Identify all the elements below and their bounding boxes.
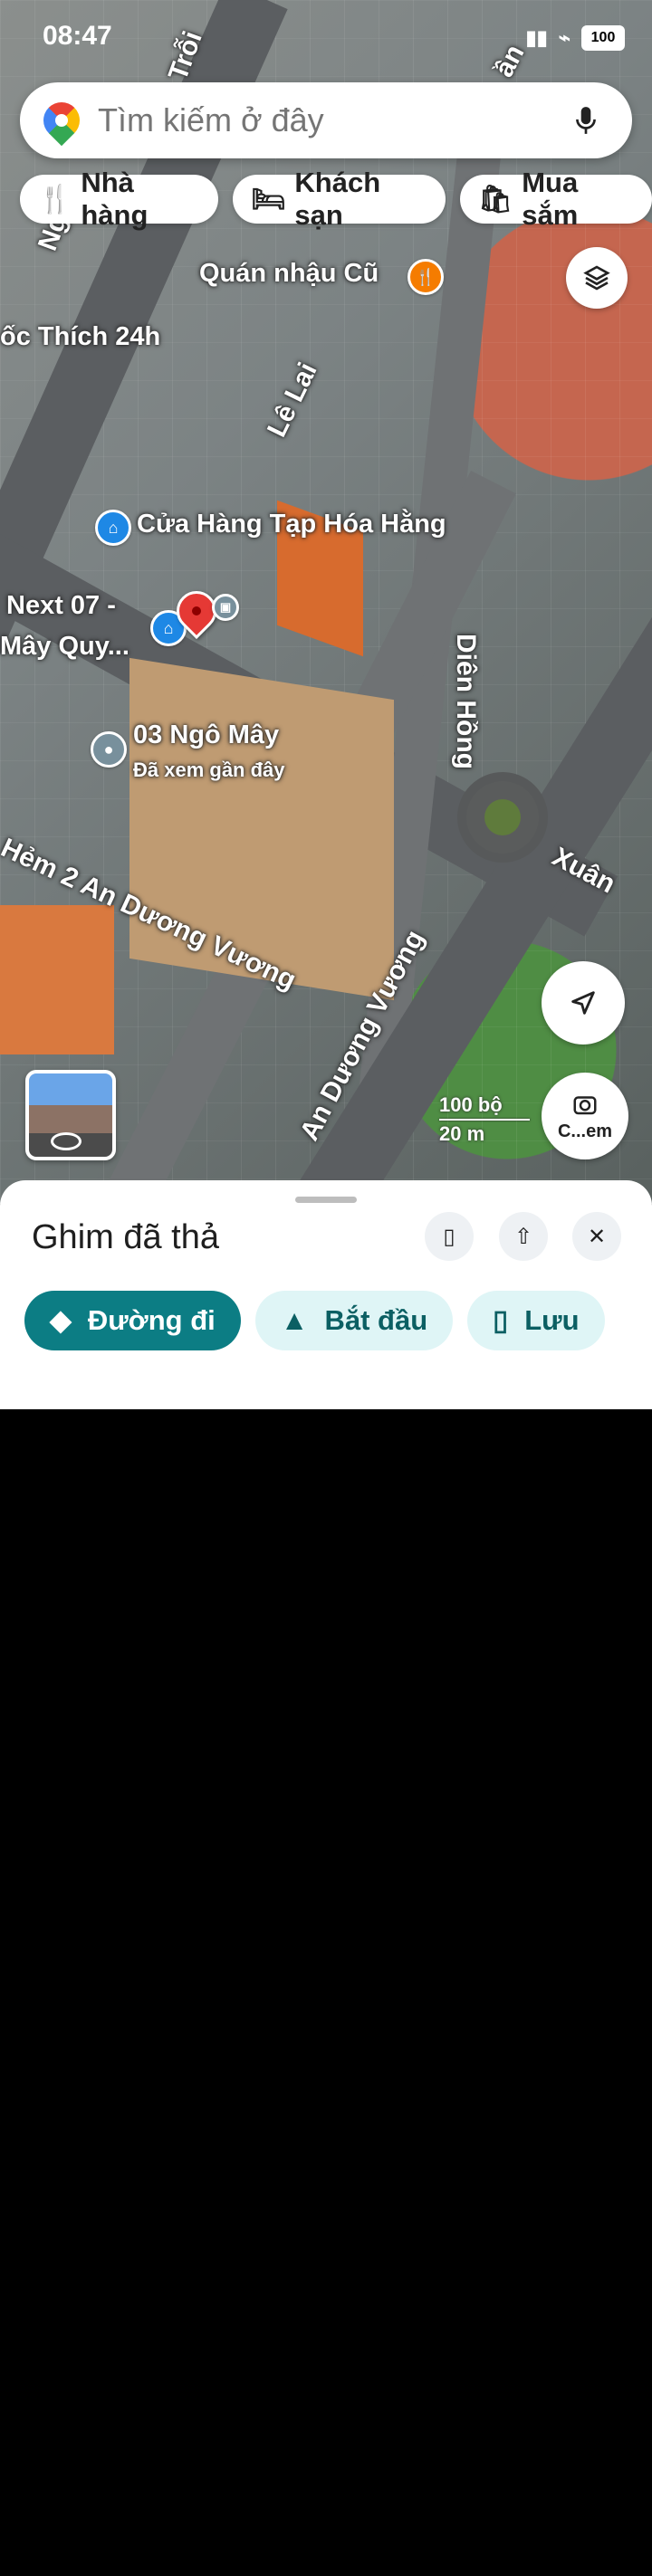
bus-stop-icon[interactable]: ▣ xyxy=(212,594,239,621)
save-button[interactable]: ▯ Lưu xyxy=(467,1291,605,1350)
hotel-icon: 🛏 xyxy=(251,184,286,215)
close-button[interactable]: ✕ xyxy=(572,1212,621,1261)
street-dien-hong: Diên Hồng xyxy=(451,634,481,769)
navigation-arrow-icon xyxy=(571,991,595,1015)
label-da-xem: Đã xem gần đây xyxy=(133,758,285,781)
directions-icon: ◆ xyxy=(50,1304,72,1336)
save-label: Lưu xyxy=(524,1304,580,1336)
signal-icon: ▮▮ xyxy=(525,26,548,49)
share-button[interactable]: ⇧ xyxy=(499,1212,548,1261)
empty-lot xyxy=(129,657,394,1001)
layers-button[interactable] xyxy=(566,247,628,309)
label-ngo-may[interactable]: 03 Ngô Mây xyxy=(133,720,279,750)
directions-label: Đường đi xyxy=(87,1304,216,1336)
dropped-pin-icon[interactable] xyxy=(168,582,225,640)
wifi-icon: ⌁ xyxy=(558,26,570,49)
orange-roof xyxy=(0,905,114,1054)
share-icon: ⇧ xyxy=(513,1224,533,1249)
search-bar[interactable] xyxy=(20,82,632,158)
scale-bottom-label: 20 m xyxy=(439,1122,485,1145)
label-next07[interactable]: Next 07 - xyxy=(6,591,116,621)
lens-label: C...em xyxy=(557,1121,613,1141)
maps-logo-icon xyxy=(35,94,88,147)
layers-icon xyxy=(583,265,610,291)
directions-button[interactable]: ◆ Đường đi xyxy=(24,1291,241,1350)
sheet-handle[interactable] xyxy=(295,1197,357,1203)
chip-shopping[interactable]: 🛍 Mua sắm xyxy=(460,167,652,231)
bookmark-outline-icon: ▯ xyxy=(493,1304,509,1336)
close-icon: ✕ xyxy=(587,1224,607,1249)
action-buttons: ◆ Đường đi ▲ Bắt đầu ▯ Lưu xyxy=(24,1291,605,1350)
bookmark-icon: ▯ xyxy=(443,1224,455,1249)
dropped-pin-sheet[interactable]: Ghim đã thả ▯ ⇧ ✕ ◆ Đường đi ▲ Bắt đầu ▯ Lư… xyxy=(0,1180,652,2576)
label-may-quy[interactable]: Mây Quy... xyxy=(0,632,129,662)
shop-poi-icon[interactable]: ⌂ xyxy=(95,510,131,546)
chip-restaurants[interactable]: 🍴 Nhà hàng xyxy=(20,167,219,231)
camera-search-icon xyxy=(573,1095,597,1114)
chip-hotels[interactable]: 🛏 Khách sạn xyxy=(233,167,446,231)
shopping-icon: 🛍 xyxy=(478,184,513,215)
scale-top-label: 100 bộ xyxy=(439,1093,503,1116)
chip-shopping-label: Mua sắm xyxy=(522,167,579,231)
start-label: Bắt đầu xyxy=(324,1304,428,1336)
label-oc-thich[interactable]: ốc Thích 24h xyxy=(0,322,160,352)
roundabout xyxy=(457,772,548,863)
current-location-button[interactable] xyxy=(542,961,625,1045)
label-quan-nhau[interactable]: Quán nhậu Cũ xyxy=(199,259,379,289)
status-bar: 08:47 ▮▮ ⌁ 100 xyxy=(0,0,652,69)
visited-pin-icon[interactable]: ● xyxy=(91,731,127,768)
microphone-icon[interactable] xyxy=(570,105,601,136)
map-scale: 100 bộ 20 m xyxy=(439,1093,530,1146)
start-button[interactable]: ▲ Bắt đầu xyxy=(254,1291,454,1350)
search-input[interactable] xyxy=(96,100,570,140)
restaurant-poi-icon[interactable]: 🍴 xyxy=(408,259,444,295)
street-le-lai: Lê Lai xyxy=(262,358,323,442)
label-cua-hang[interactable]: Cửa Hàng Tạp Hóa Hằng xyxy=(137,510,446,539)
lens-button[interactable]: C...em xyxy=(542,1073,628,1159)
clock: 08:47 xyxy=(43,21,112,51)
sheet-title: Ghim đã thả xyxy=(32,1218,219,1256)
save-icon-button[interactable]: ▯ xyxy=(425,1212,474,1261)
status-icons: ▮▮ ⌁ 100 xyxy=(526,25,625,51)
restaurant-icon: 🍴 xyxy=(38,184,72,215)
chip-hotels-label: Khách sạn xyxy=(294,167,381,231)
home-indicator xyxy=(210,2569,442,2576)
battery-icon: 100 xyxy=(581,25,625,51)
street-view-thumbnail[interactable] xyxy=(25,1070,116,1160)
street-view-360-icon xyxy=(51,1132,82,1150)
chip-restaurants-label: Nhà hàng xyxy=(81,167,149,231)
navigation-icon: ▲ xyxy=(280,1304,309,1336)
category-chips: 🍴 Nhà hàng 🛏 Khách sạn 🛍 Mua sắm xyxy=(20,167,652,231)
